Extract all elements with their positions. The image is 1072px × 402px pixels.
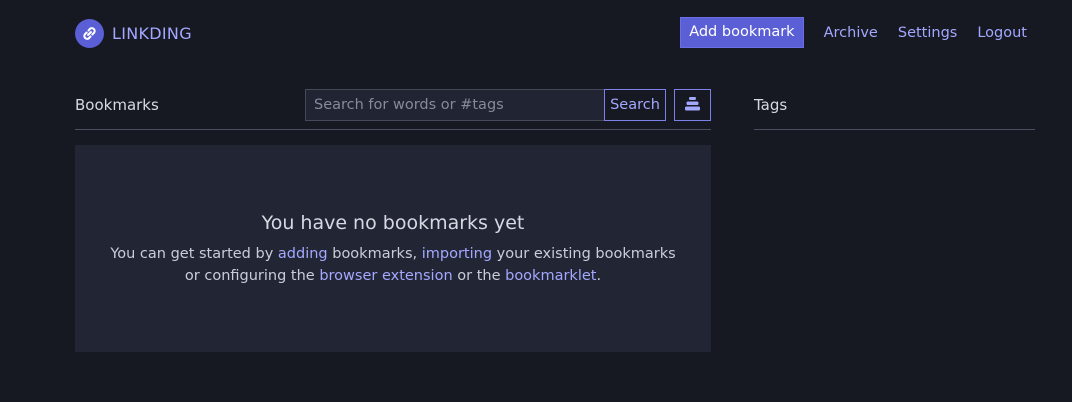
importing-link[interactable]: importing (422, 246, 492, 262)
adding-link[interactable]: adding (278, 246, 328, 262)
bulk-edit-button[interactable] (674, 89, 711, 121)
empty-state-title: You have no bookmarks yet (261, 212, 525, 234)
empty-state-text: You can get started by adding bookmarks,… (105, 243, 681, 287)
empty-text-5: . (596, 268, 602, 284)
browser-extension-link[interactable]: browser extension (319, 268, 452, 284)
page: LINKDING Add bookmark Archive Settings L… (0, 0, 1072, 402)
empty-text-1: You can get started by (110, 246, 278, 262)
logout-link[interactable]: Logout (977, 25, 1027, 41)
empty-state: You have no bookmarks yet You can get st… (75, 145, 711, 352)
search-button[interactable]: Search (604, 89, 666, 121)
tags-header: Tags (754, 88, 1035, 130)
empty-text-4: or the (452, 268, 506, 284)
add-bookmark-button[interactable]: Add bookmark (680, 17, 804, 48)
search-input[interactable] (305, 89, 604, 121)
link-icon (75, 18, 104, 48)
brand-home-link[interactable]: LINKDING (75, 18, 192, 48)
top-nav: Add bookmark Archive Settings Logout (680, 17, 1027, 48)
bulk-edit-icon (684, 96, 701, 115)
archive-link[interactable]: Archive (824, 25, 878, 41)
tags-title: Tags (754, 96, 788, 114)
bookmarklet-link[interactable]: bookmarklet (505, 268, 596, 284)
empty-text-2: bookmarks, (327, 246, 422, 262)
bookmarks-header: Bookmarks Search (75, 88, 711, 130)
settings-link[interactable]: Settings (898, 25, 957, 41)
brand-name: LINKDING (112, 23, 192, 43)
header: LINKDING Add bookmark Archive Settings L… (0, 0, 1072, 66)
bookmarks-title: Bookmarks (75, 96, 159, 114)
